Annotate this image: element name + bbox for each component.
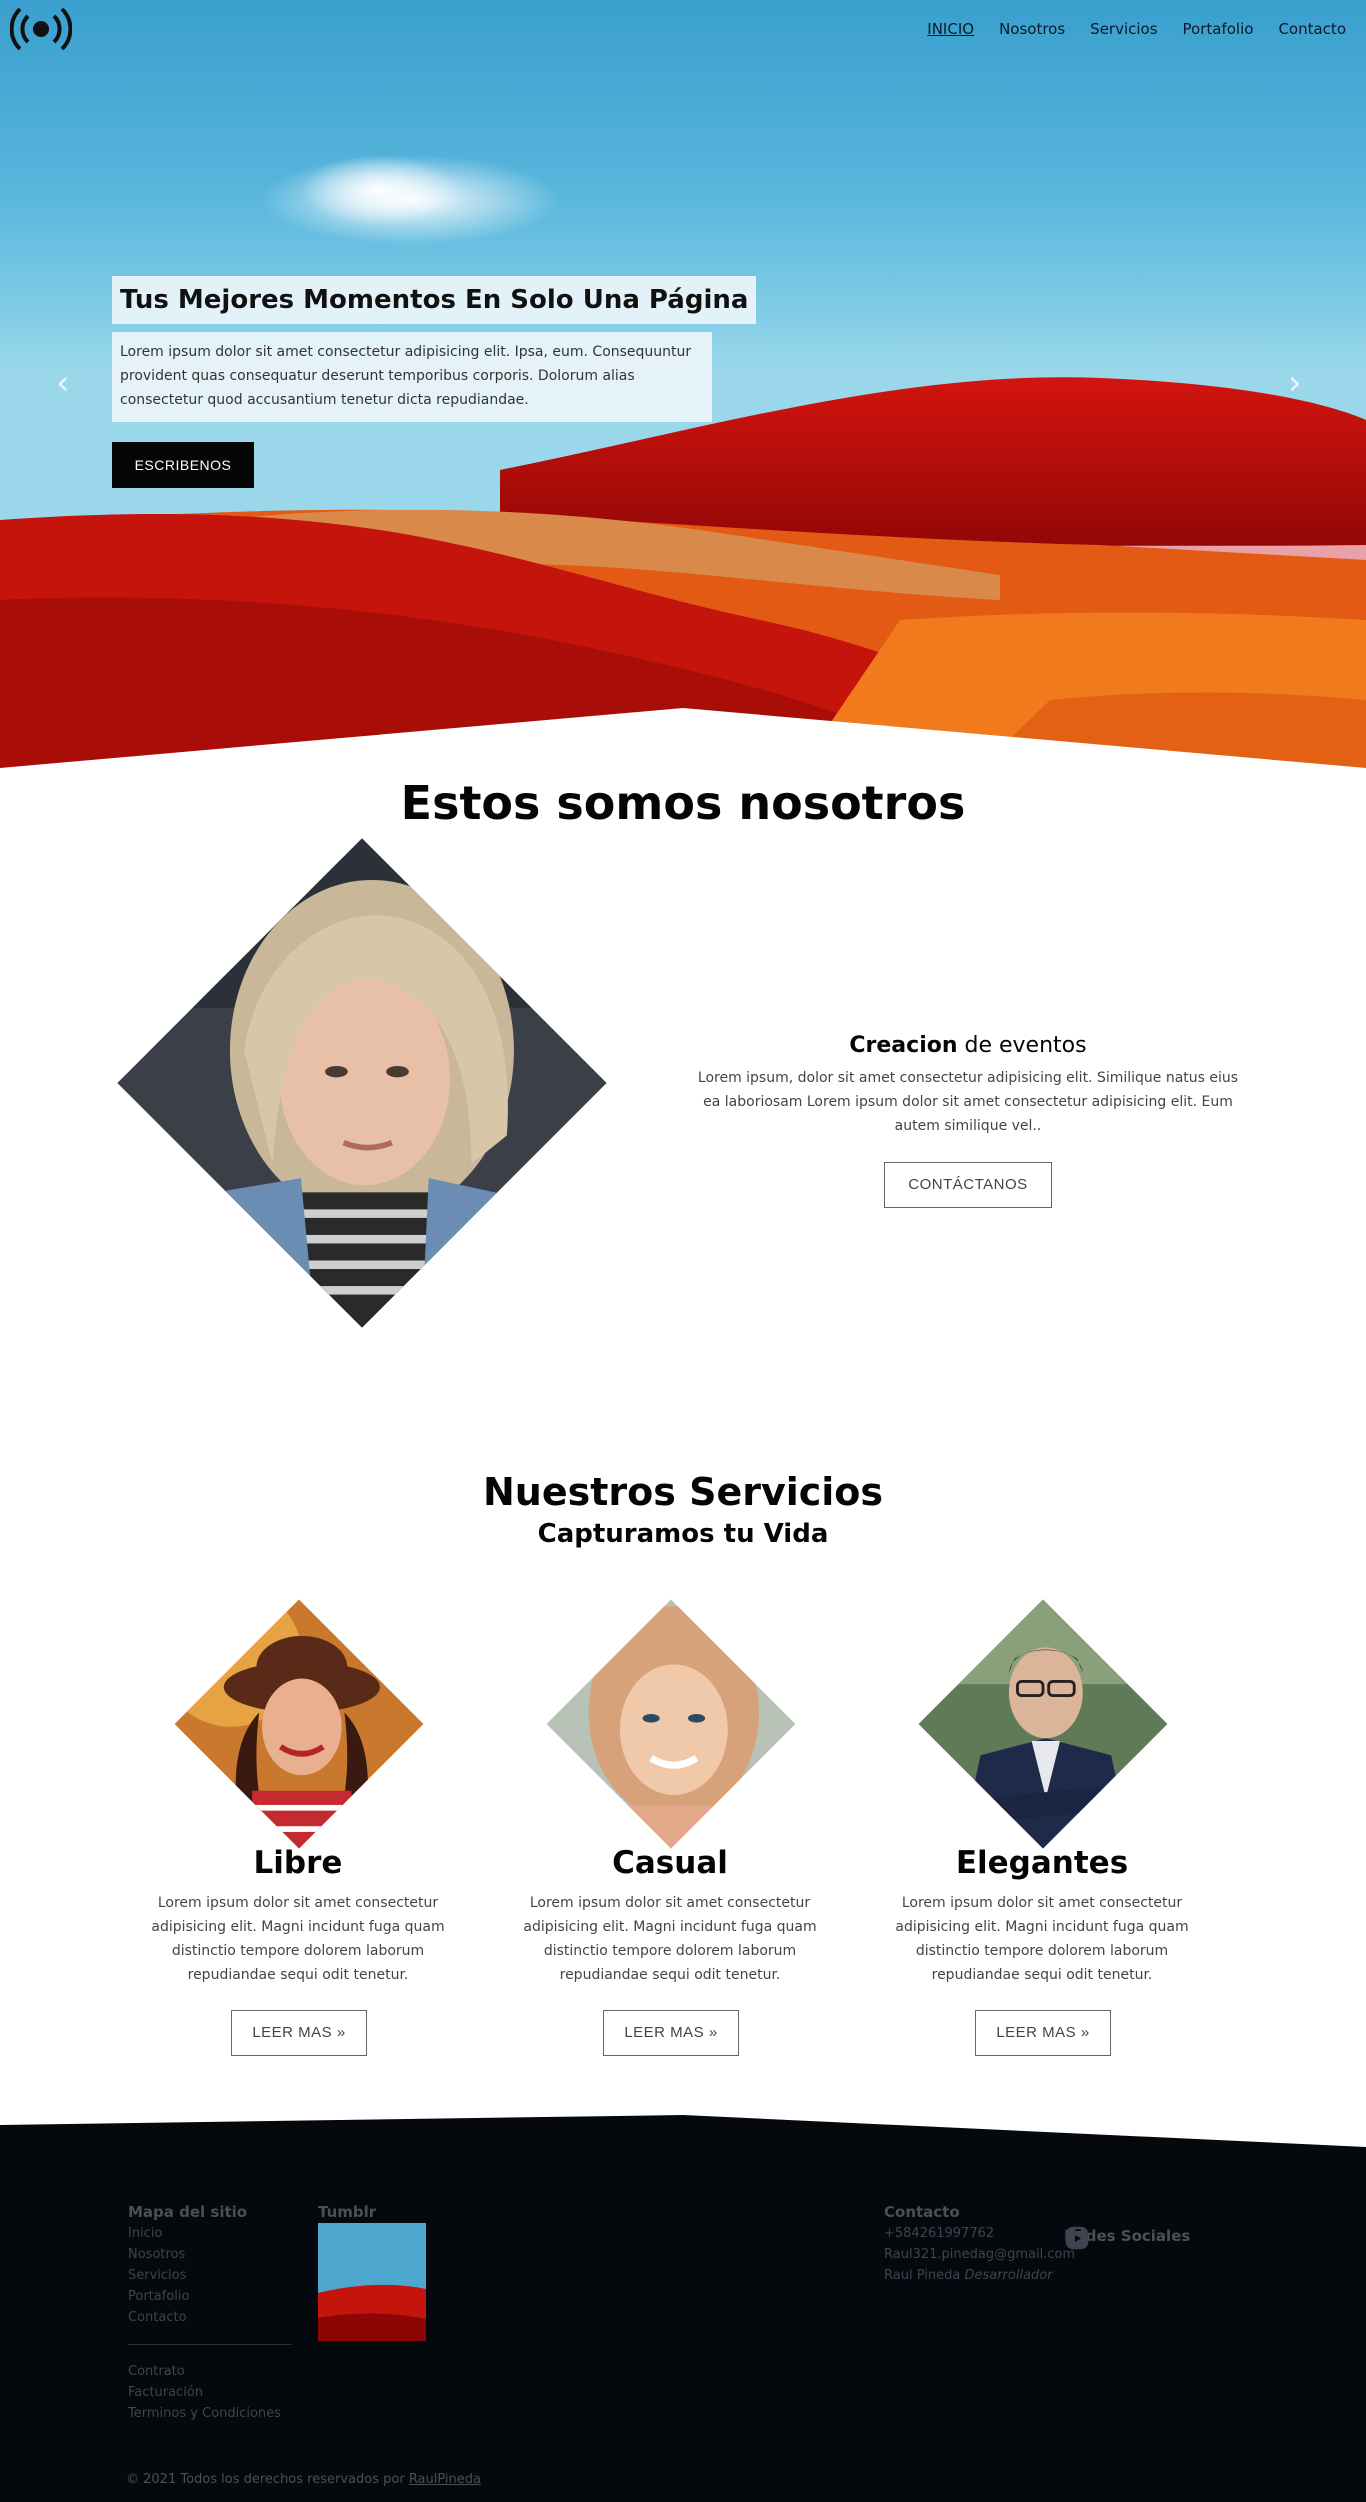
gallery-thumb[interactable]	[318, 2223, 642, 2341]
leer-mas-casual-button[interactable]: LEER MAS »	[603, 2010, 739, 2056]
nav-item-contacto[interactable]: Contacto	[1278, 20, 1346, 38]
escribenos-button[interactable]: ESCRIBENOS	[112, 442, 254, 488]
copyright-text: © 2021 Todos los derechos reservados por	[126, 2472, 405, 2487]
instagram-icon[interactable]	[1065, 2226, 1170, 2281]
contactanos-button[interactable]: CONTÁCTANOS	[884, 1162, 1052, 1208]
contact-author: Raul Pineda Desarrollador	[884, 2265, 1075, 2286]
author-name: Raul Pineda	[884, 2268, 961, 2283]
about-content: Creacion de eventos Lorem ipsum, dolor s…	[690, 1030, 1246, 1138]
facebook-icon[interactable]	[1064, 2227, 1090, 2281]
footer-link-facturacion[interactable]: Facturación	[128, 2382, 292, 2403]
footer-link-inicio[interactable]: Inicio	[128, 2223, 292, 2244]
hero-title: Tus Mejores Momentos En Solo Una Página	[112, 276, 757, 324]
footer-link-contacto[interactable]: Contacto	[128, 2307, 292, 2328]
nav-item-nosotros[interactable]: Nosotros	[999, 20, 1065, 38]
leer-mas-elegantes-button[interactable]: LEER MAS »	[975, 2010, 1111, 2056]
site-footer: Mapa del sitio Inicio Nosotros Servicios…	[0, 2115, 1366, 2502]
twitter-icon[interactable]	[1067, 2229, 1130, 2281]
footer-link-servicios[interactable]: Servicios	[128, 2265, 292, 2286]
about-heading-rest: de eventos	[957, 1033, 1087, 1058]
youtube-icon[interactable]	[1064, 2231, 1090, 2321]
gallery-thumb[interactable]	[318, 2223, 750, 2341]
about-heading-bold: Creacion	[849, 1033, 958, 1058]
contact-email[interactable]: Raul321.pinedag@gmail.com	[884, 2244, 1075, 2265]
hero-slider: INICIO Nosotros Servicios Portafolio Con…	[0, 0, 1366, 768]
main-nav: INICIO Nosotros Servicios Portafolio Con…	[927, 20, 1346, 38]
social-icons	[1064, 2226, 1194, 2321]
sitemap-column: Mapa del sitio Inicio Nosotros Servicios…	[128, 2201, 292, 2424]
gallery-thumb[interactable]	[318, 2223, 534, 2459]
about-heading: Creacion de eventos	[690, 1030, 1246, 1062]
footer-link-nosotros[interactable]: Nosotros	[128, 2244, 292, 2265]
tumblr-column: Tumblr	[318, 2201, 376, 2223]
about-description: Lorem ipsum, dolor sit amet consectetur …	[697, 1070, 1239, 1134]
sitemap-title: Mapa del sitio	[128, 2203, 248, 2221]
copyright-link[interactable]: RaulPineda	[409, 2472, 481, 2487]
about-portrait-image	[117, 838, 607, 1328]
service-elegantes-image	[918, 1599, 1168, 1849]
footer-link-contrato[interactable]: Contrato	[128, 2361, 292, 2382]
chevron-left-icon[interactable]: ‹	[56, 366, 78, 400]
services-subtitle: Capturamos tu Vida	[0, 1516, 1366, 1552]
service-casual-image	[546, 1599, 796, 1849]
contact-title: Contacto	[884, 2203, 960, 2221]
gallery-thumb[interactable]	[318, 2223, 750, 2459]
service-libre-text: Lorem ipsum dolor sit amet consectetur a…	[151, 1895, 445, 1983]
service-casual-title: Casual	[612, 1845, 728, 1881]
footer-divider	[128, 2344, 292, 2345]
services-title: Nuestros Servicios	[482, 1470, 884, 1514]
service-elegantes-title: Elegantes	[955, 1845, 1129, 1881]
footer-link-portafolio[interactable]: Portafolio	[128, 2286, 292, 2307]
contact-phone[interactable]: +584261997762	[884, 2223, 1075, 2244]
tumblr-gallery	[318, 2223, 860, 2459]
about-title: Estos somos nosotros	[400, 776, 966, 830]
gallery-thumb[interactable]	[318, 2223, 858, 2459]
nav-item-inicio[interactable]: INICIO	[927, 20, 974, 38]
chevron-right-icon[interactable]: ›	[1288, 366, 1310, 400]
author-role: Desarrollador	[964, 2268, 1053, 2283]
social-column: Redes Sociales	[1064, 2225, 1194, 2321]
gallery-thumb[interactable]	[318, 2223, 642, 2459]
hero-description: Lorem ipsum dolor sit amet consectetur a…	[112, 332, 712, 422]
leer-mas-libre-button[interactable]: LEER MAS »	[231, 2010, 367, 2056]
service-elegantes-text: Lorem ipsum dolor sit amet consectetur a…	[895, 1895, 1189, 1983]
services-subtitle-bold: Vida	[763, 1519, 829, 1549]
gallery-thumb[interactable]	[318, 2223, 858, 2341]
contact-column: Contacto +584261997762 Raul321.pinedag@g…	[884, 2201, 1075, 2286]
nav-item-servicios[interactable]: Servicios	[1090, 20, 1157, 38]
service-casual-text: Lorem ipsum dolor sit amet consectetur a…	[523, 1895, 817, 1983]
gallery-thumb[interactable]	[318, 2223, 426, 2459]
gallery-thumb[interactable]	[318, 2223, 534, 2341]
footer-link-terminos[interactable]: Terminos y Condiciones	[128, 2403, 292, 2424]
service-libre-image	[174, 1599, 424, 1849]
tumblr-title: Tumblr	[318, 2203, 377, 2221]
nav-item-portafolio[interactable]: Portafolio	[1183, 20, 1254, 38]
services-subtitle-plain: Capturamos tu	[537, 1519, 764, 1549]
service-libre-title: Libre	[253, 1845, 343, 1881]
copyright: © 2021 Todos los derechos reservados por…	[126, 2472, 481, 2487]
broadcast-logo-icon[interactable]	[10, 6, 72, 52]
